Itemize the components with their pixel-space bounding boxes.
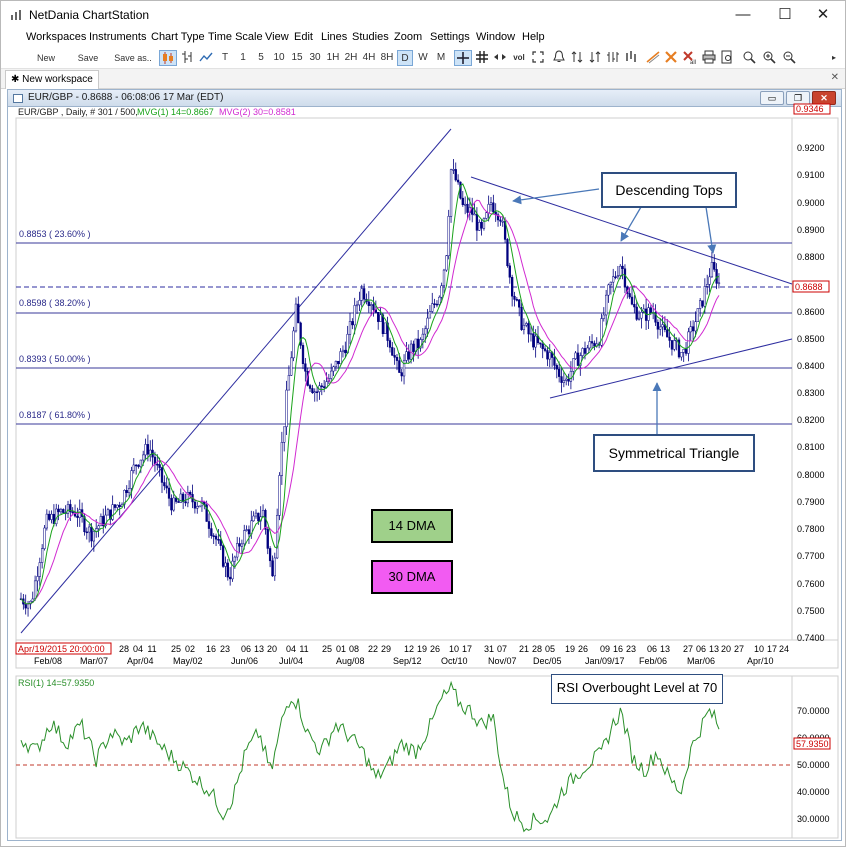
timeframe-1h[interactable]: 1H [325, 50, 341, 66]
menu-workspaces[interactable]: Workspaces [26, 31, 86, 43]
menu-time-scale[interactable]: Time Scale [208, 31, 263, 43]
legend-box-30-dma: 30 DMA [371, 560, 453, 594]
sort-down-icon[interactable] [587, 50, 603, 66]
zoom-in-icon[interactable] [761, 50, 777, 66]
tab-new-workspace[interactable]: ✱ New workspace [5, 70, 99, 89]
indicator-tool-icon[interactable] [623, 50, 639, 66]
toolbar-overflow-icon[interactable]: ▸ [827, 50, 841, 66]
legend-box-14-dma: 14 DMA [371, 509, 453, 543]
crosshair-icon[interactable] [454, 50, 472, 66]
app-chart-icon [11, 10, 21, 20]
save-button[interactable]: Save [73, 50, 103, 66]
line-chart-icon[interactable] [197, 50, 215, 66]
app-title: NetDania ChartStation [29, 8, 150, 22]
timeframe-15[interactable]: 15 [289, 50, 305, 66]
chart-minimize-button[interactable]: ▭ [760, 91, 784, 105]
chart-close-button[interactable]: ✕ [812, 91, 836, 105]
menu-zoom[interactable]: Zoom [394, 31, 422, 43]
chart-window-icon [13, 94, 23, 103]
new-button[interactable]: New [31, 50, 61, 66]
candlestick-chart-icon[interactable] [159, 50, 177, 66]
timeframe-2h[interactable]: 2H [343, 50, 359, 66]
timeframe-m[interactable]: M [433, 50, 449, 66]
callout-descending-tops: Descending Tops [601, 172, 737, 208]
timeframe-w[interactable]: W [415, 50, 431, 66]
scroll-icon[interactable] [492, 50, 508, 66]
timeframe-t[interactable]: T [219, 50, 231, 66]
callout-symmetrical-triangle: Symmetrical Triangle [593, 434, 755, 472]
chart-window-title-bar: EUR/GBP - 0.8688 - 06:08:06 17 Mar (EDT)… [8, 90, 841, 107]
fullscreen-icon[interactable] [530, 50, 546, 66]
app-window: NetDania ChartStation — ☐ ✕ Workspaces I… [0, 0, 846, 847]
print-icon[interactable] [701, 50, 717, 66]
timeframe-1[interactable]: 1 [237, 50, 249, 66]
tab-label: New workspace [22, 74, 93, 85]
close-button[interactable]: ✕ [801, 3, 845, 27]
save-as-button[interactable]: Save as.. [113, 50, 153, 66]
chart-window-title: EUR/GBP - 0.8688 - 06:08:06 17 Mar (EDT) [28, 92, 224, 103]
sort-up-icon[interactable] [569, 50, 585, 66]
workspace-tab-bar: ✱ New workspace ✕ [1, 69, 845, 89]
timeframe-30[interactable]: 30 [307, 50, 323, 66]
alert-bell-icon[interactable] [551, 50, 567, 66]
tab-marker-icon: ✱ [11, 74, 20, 85]
menu-chart-type[interactable]: Chart Type [151, 31, 205, 43]
menu-studies[interactable]: Studies [352, 31, 389, 43]
menu-bar: Workspaces Instruments Chart Type Time S… [1, 29, 845, 47]
timeframe-10[interactable]: 10 [271, 50, 287, 66]
tab-close-icon[interactable]: ✕ [831, 72, 839, 83]
ohlc-bar-icon[interactable] [179, 50, 197, 66]
grid-icon[interactable] [474, 50, 490, 66]
bars-tool-icon[interactable] [605, 50, 621, 66]
print-preview-icon[interactable] [719, 50, 735, 66]
chart-restore-button[interactable]: ❐ [786, 91, 810, 105]
menu-edit[interactable]: Edit [294, 31, 313, 43]
menu-view[interactable]: View [265, 31, 289, 43]
menu-instruments[interactable]: Instruments [89, 31, 146, 43]
menu-help[interactable]: Help [522, 31, 545, 43]
svg-text:all: all [690, 60, 696, 64]
timeframe-4h[interactable]: 4H [361, 50, 377, 66]
delete-all-icon[interactable]: all [681, 50, 697, 66]
delete-drawing-icon[interactable] [663, 50, 679, 66]
minimize-button[interactable]: — [721, 3, 765, 27]
timeframe-5[interactable]: 5 [255, 50, 267, 66]
callout-rsi-overbought: RSI Overbought Level at 70 [551, 674, 723, 704]
timeframe-d[interactable]: D [397, 50, 413, 66]
zoom-reset-icon[interactable] [741, 50, 757, 66]
timeframe-8h[interactable]: 8H [379, 50, 395, 66]
toolbar: New Save Save as.. T 1 5 10 15 30 1H 2H … [1, 47, 845, 69]
menu-settings[interactable]: Settings [430, 31, 470, 43]
zoom-out-icon[interactable] [781, 50, 797, 66]
volume-icon[interactable]: vol [510, 50, 528, 66]
menu-window[interactable]: Window [476, 31, 515, 43]
menu-lines[interactable]: Lines [321, 31, 347, 43]
title-bar: NetDania ChartStation — ☐ ✕ [1, 1, 845, 29]
draw-line-icon[interactable] [645, 50, 661, 66]
